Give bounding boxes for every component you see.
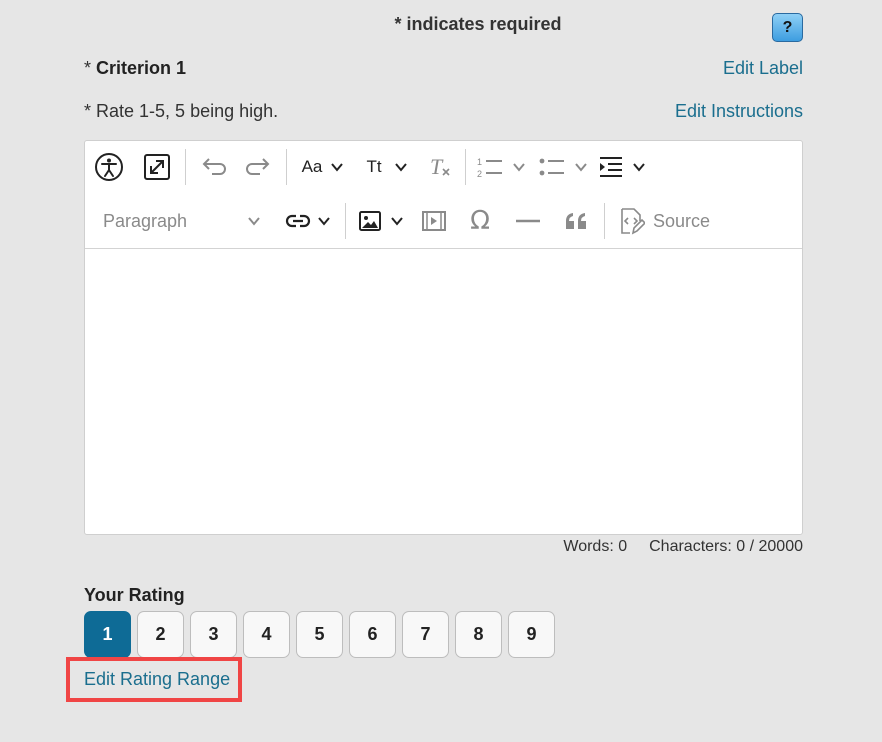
text-style-dropdown[interactable]: Tt [355,149,419,185]
toolbar-separator [345,203,346,239]
toolbar-row-1: Aa Tt T 12 [85,145,650,189]
toolbar-separator [465,149,466,185]
bulleted-list-dropdown[interactable] [532,149,594,185]
font-size-dropdown[interactable]: Aa [291,149,355,185]
rating-option-7[interactable]: 7 [402,611,449,658]
rating-option-4[interactable]: 4 [243,611,290,658]
required-star: * [84,57,92,78]
indent-dropdown[interactable] [594,149,650,185]
required-note: * indicates required [394,14,562,34]
accessibility-icon[interactable] [85,149,133,185]
link-icon [285,214,311,228]
words-count: Words: 0 [563,538,628,555]
source-code-icon [621,208,645,235]
numbered-list-icon: 12 [477,157,502,179]
chevron-down-icon [633,163,645,172]
svg-text:2: 2 [477,169,482,179]
rating-option-6[interactable]: 6 [349,611,396,658]
redo-icon[interactable] [236,149,282,185]
image-icon [359,211,381,231]
font-size-label: Aa [301,157,323,176]
criterion-name: Criterion 1 [96,57,187,78]
svg-text:T: T [430,154,444,179]
toolbar-separator [604,203,605,239]
toolbar-separator [286,149,287,185]
source-label: Source [653,210,711,231]
rating-label: Your Rating [84,585,185,605]
rating-option-5[interactable]: 5 [296,611,343,658]
text-style-label: Tt [366,157,382,176]
instructions-row: * Rate 1-5, 5 being high. Edit Instructio… [84,99,803,123]
rating-option-8[interactable]: 8 [455,611,502,658]
numbered-list-dropdown[interactable]: 12 [470,149,532,185]
toolbar-row-2: Paragraph Ω Source [85,199,718,243]
edit-rating-range-link[interactable]: Edit Rating Range [84,669,230,690]
rating-option-2[interactable]: 2 [137,611,184,658]
svg-text:1: 1 [477,157,482,167]
rating-option-1[interactable]: 1 [84,611,131,658]
undo-icon[interactable] [190,149,236,185]
rating-option-9[interactable]: 9 [508,611,555,658]
horizontal-line-icon[interactable] [504,203,552,239]
criterion-title: * Criterion 1 [84,58,186,79]
special-characters-icon[interactable]: Ω [456,203,504,239]
chevron-down-icon [318,217,330,226]
rating-options: 123456789 [84,611,555,658]
edit-instructions-link[interactable]: Edit Instructions [675,101,803,122]
link-dropdown[interactable] [275,203,341,239]
chevron-down-icon [248,217,260,226]
media-embed-icon[interactable] [412,203,456,239]
toolbar-separator [185,149,186,185]
edit-rating-range-highlight: Edit Rating Range [66,657,242,702]
required-star: * [84,100,92,121]
criterion-label-row: * Criterion 1 Edit Label [84,56,803,80]
remove-format-icon[interactable]: T [419,149,461,185]
chevron-down-icon [575,163,587,172]
blockquote-icon[interactable] [552,203,600,239]
edit-label-link[interactable]: Edit Label [723,58,803,79]
chevron-down-icon [331,163,344,172]
rating-option-3[interactable]: 3 [190,611,237,658]
paragraph-format-select[interactable]: Paragraph [85,203,275,239]
characters-count: Characters: 0 / 20000 [649,538,803,555]
chevron-down-icon [391,217,403,226]
paragraph-label: Paragraph [103,210,188,231]
image-dropdown[interactable] [350,203,412,239]
chevron-down-icon [394,163,407,172]
editor-content-area[interactable] [85,249,802,534]
rich-text-editor: Aa Tt T 12 Paragraph Ω Source [84,140,803,535]
editor-word-count: Words: 0 Characters: 0 / 20000 [84,538,803,556]
instructions-text: * Rate 1-5, 5 being high. [84,101,278,122]
indent-icon [600,157,622,177]
editor-toolbar: Aa Tt T 12 Paragraph Ω Source [85,141,802,249]
instructions-value: Rate 1-5, 5 being high. [96,100,279,121]
help-button[interactable]: ? [772,13,803,42]
bulleted-list-icon [539,158,564,176]
fullscreen-icon[interactable] [133,149,181,185]
source-button[interactable]: Source [609,203,718,239]
chevron-down-icon [513,163,525,172]
